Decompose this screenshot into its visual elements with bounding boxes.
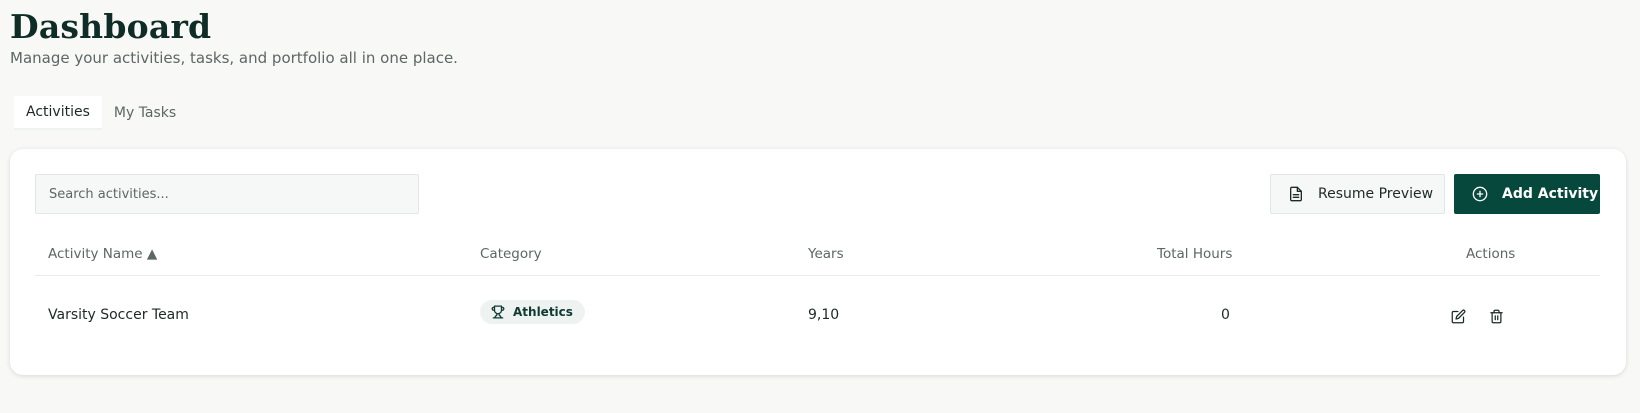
tab-bar: Activities My Tasks — [14, 96, 188, 130]
category-label: Athletics — [513, 305, 573, 319]
activities-card: Resume Preview Add Activity Activity Nam… — [10, 149, 1626, 375]
page-title: Dashboard — [10, 7, 212, 46]
dashboard-page: Dashboard Manage your activities, tasks,… — [0, 0, 1640, 413]
trash-icon — [1489, 309, 1503, 323]
table-header-divider — [35, 275, 1600, 276]
document-icon — [1290, 186, 1302, 202]
column-header-category: Category — [480, 246, 542, 262]
category-badge: Athletics — [480, 300, 585, 324]
add-activity-label: Add Activity — [1502, 186, 1599, 202]
delete-button[interactable] — [1486, 306, 1506, 326]
column-header-activity-name[interactable]: Activity Name ▲ — [48, 245, 157, 263]
total-hours-cell: 0 — [1221, 307, 1230, 323]
trophy-icon — [491, 305, 505, 319]
column-header-total-hours: Total Hours — [1157, 246, 1233, 262]
edit-icon — [1451, 309, 1465, 323]
column-header-years: Years — [808, 246, 844, 262]
resume-preview-label: Resume Preview — [1318, 186, 1434, 202]
edit-button[interactable] — [1448, 306, 1468, 326]
search-input[interactable] — [35, 174, 419, 214]
resume-preview-button[interactable]: Resume Preview — [1270, 174, 1445, 214]
column-header-actions: Actions — [1466, 246, 1516, 262]
activity-name-cell: Varsity Soccer Team — [48, 307, 189, 323]
years-cell: 9,10 — [808, 307, 840, 323]
tab-my-tasks[interactable]: My Tasks — [102, 96, 188, 130]
add-activity-button[interactable]: Add Activity — [1454, 174, 1600, 214]
page-subtitle: Manage your activities, tasks, and portf… — [10, 49, 458, 67]
plus-circle-icon — [1472, 186, 1488, 202]
tab-activities[interactable]: Activities — [14, 96, 102, 130]
